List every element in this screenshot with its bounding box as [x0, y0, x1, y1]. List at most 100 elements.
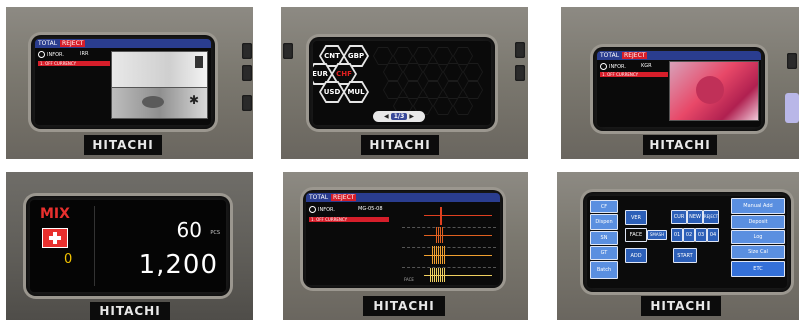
note-number — [195, 56, 203, 68]
side-button — [515, 65, 525, 81]
side-button-lavender — [785, 93, 799, 123]
btn-face[interactable]: FACE — [625, 228, 647, 242]
btn-01[interactable]: 01 — [671, 228, 683, 242]
alert-bar: 1. OFF CURRENCY — [600, 72, 668, 77]
btn-04[interactable]: 04 — [707, 228, 719, 242]
waveform-panel — [402, 205, 496, 285]
infor-label: INFOR. — [318, 207, 335, 213]
column-divider — [94, 206, 95, 286]
side-button — [242, 43, 252, 59]
page-indicator[interactable]: ◀ 1/3 ▶ — [373, 111, 425, 122]
pcs-unit: PCS — [210, 230, 220, 236]
side-button — [242, 65, 252, 81]
currency-label: USD — [321, 83, 343, 101]
display-screen: CNT GBP EUR CHF USD MUL ◀ 1/3 ▶ — [313, 41, 491, 125]
reject-badge: REJECT — [60, 40, 86, 47]
screen-bezel: TOTAL REJECT INFOR. MG-05-08 1. OFF CURRE… — [303, 190, 503, 288]
btn-log[interactable]: Log — [731, 230, 785, 244]
reject-badge: REJECT — [622, 52, 648, 59]
currency-label: CNT — [321, 47, 343, 65]
hex-cell — [403, 63, 423, 81]
btn-smash[interactable]: SMASH — [647, 230, 667, 240]
btn-03[interactable]: 03 — [695, 228, 707, 242]
hex-cell — [463, 81, 483, 99]
currency-code: IRR — [80, 51, 89, 57]
pcs-value: 60 — [176, 218, 202, 242]
btn-dispen[interactable]: Dispen — [590, 214, 618, 230]
hex-cell — [383, 63, 403, 81]
infor-label: INFOR. — [47, 52, 64, 58]
magnifier-icon — [600, 63, 607, 70]
hex-cell — [443, 63, 463, 81]
hex-cell — [443, 81, 463, 99]
photo-panel-3: TOTAL REJECT INFOR. KGR 1. OFF CURRENCY H… — [561, 7, 799, 159]
next-page-icon[interactable]: ▶ — [409, 113, 414, 120]
hex-cell — [383, 81, 403, 99]
infor-button[interactable]: INFOR. — [309, 206, 335, 213]
brand-label: HITACHI — [84, 135, 162, 155]
status-header: TOTAL REJECT — [35, 39, 211, 48]
waveform-track — [402, 265, 496, 285]
reject-badge: REJECT — [331, 194, 357, 201]
hex-cell — [433, 47, 453, 65]
hex-cell — [393, 47, 413, 65]
brand-label: HITACHI — [361, 135, 439, 155]
brand-label: HITACHI — [641, 296, 721, 316]
currency-code: KGR — [641, 63, 652, 69]
prev-page-icon[interactable]: ◀ — [384, 113, 389, 120]
btn-new[interactable]: NEW — [687, 210, 703, 224]
btn-manual-add[interactable]: Manual Add — [731, 198, 785, 214]
swiss-flag-icon — [42, 228, 68, 248]
btn-size-cal[interactable]: Size Cal — [731, 245, 785, 259]
side-button — [283, 43, 293, 59]
display-screen: TOTAL REJECT INFOR. MG-05-08 1. OFF CURRE… — [306, 193, 500, 285]
hex-cell — [463, 63, 483, 81]
currency-label: GBP — [345, 47, 367, 65]
btn-deposit[interactable]: Deposit — [731, 215, 785, 229]
btn-gt[interactable]: GT — [590, 246, 618, 260]
batch-count: 0 — [64, 252, 73, 267]
banknote-image-front — [669, 61, 759, 121]
total-label: TOTAL — [38, 40, 58, 47]
page-number: 1/3 — [390, 113, 408, 120]
infor-label: INFOR. — [609, 64, 626, 70]
display-screen: TOTAL REJECT INFOR. IRR 1. OFF CURRENCY ✱ — [35, 39, 211, 125]
hex-cell — [413, 47, 433, 65]
infor-button[interactable]: INFOR. — [38, 51, 64, 58]
btn-add[interactable]: ADD — [625, 248, 647, 263]
btn-cf[interactable]: CF — [590, 200, 618, 213]
display-screen: TOTAL REJECT INFOR. KGR 1. OFF CURRENCY — [597, 51, 761, 127]
btn-ver[interactable]: VER — [625, 210, 647, 225]
btn-02[interactable]: 02 — [683, 228, 695, 242]
hex-cell — [423, 63, 443, 81]
note-portrait — [696, 76, 724, 104]
note-emblem — [142, 96, 164, 108]
btn-etc[interactable]: ETC — [731, 261, 785, 277]
photo-panel-5: TOTAL REJECT INFOR. MG-05-08 1. OFF CURRE… — [283, 172, 528, 320]
total-amount: 1,200 — [138, 250, 218, 280]
side-button — [787, 53, 797, 69]
screen-bezel: CNT GBP EUR CHF USD MUL ◀ 1/3 ▶ — [309, 37, 495, 129]
magnifier-icon — [38, 51, 45, 58]
mode-label: MIX — [40, 206, 70, 222]
side-button — [242, 95, 252, 111]
btn-sn[interactable]: SN — [590, 231, 618, 245]
btn-reject[interactable]: REJECT — [703, 210, 719, 224]
hex-cell — [403, 81, 423, 99]
screen-bezel: MIX 0 60 PCS 1,200 — [26, 196, 230, 296]
hex-cell — [373, 47, 393, 65]
infor-button[interactable]: INFOR. — [600, 63, 626, 70]
total-label: TOTAL — [309, 194, 329, 201]
btn-start[interactable]: START — [673, 248, 697, 263]
status-header: TOTAL REJECT — [597, 51, 761, 60]
btn-batch[interactable]: Batch — [590, 261, 618, 279]
display-screen: MIX 0 60 PCS 1,200 — [30, 200, 226, 292]
photo-panel-6: CF Dispen SN GT Batch VER FACE SMASH ADD… — [557, 172, 799, 320]
photo-panel-2: CNT GBP EUR CHF USD MUL ◀ 1/3 ▶ HITACHI — [281, 7, 528, 159]
status-header: TOTAL REJECT — [306, 193, 500, 202]
photo-panel-4: MIX 0 60 PCS 1,200 HITACHI — [6, 172, 253, 320]
currency-label: MUL — [345, 83, 367, 101]
photo-panel-1: TOTAL REJECT INFOR. IRR 1. OFF CURRENCY ✱… — [6, 7, 253, 159]
total-label: TOTAL — [600, 52, 620, 59]
btn-cur[interactable]: CUR — [671, 210, 687, 224]
